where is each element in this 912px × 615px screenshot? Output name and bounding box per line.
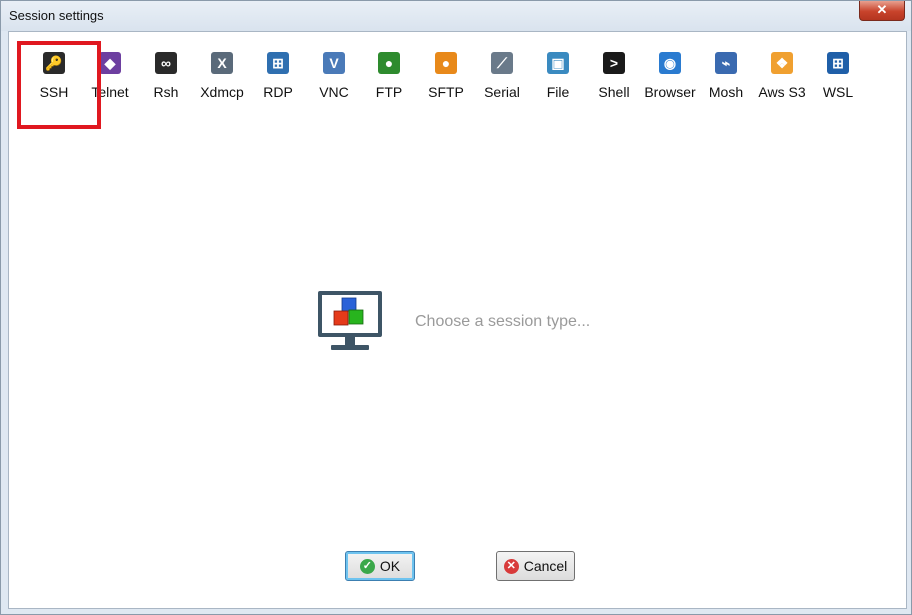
session-settings-window: Session settings ✕ 🔑 SSH ◆ Telnet ∞ Rsh X Xdmcp… <box>0 0 912 615</box>
session-type-label: FTP <box>375 84 403 100</box>
rsh-icon: ∞ <box>155 52 177 74</box>
cancel-x-icon: ✕ <box>503 558 519 574</box>
vnc-icon: V <box>323 52 345 74</box>
session-type-rsh[interactable]: ∞ Rsh <box>139 52 193 112</box>
session-type-label: RDP <box>263 84 293 100</box>
session-type-label: VNC <box>319 84 349 100</box>
session-type-label: Shell <box>598 84 630 100</box>
session-type-wsl[interactable]: ⊞ WSL <box>811 52 865 112</box>
session-type-rdp[interactable]: ⊞ RDP <box>251 52 305 112</box>
dialog-body: 🔑 SSH ◆ Telnet ∞ Rsh X Xdmcp ⊞ RDP V VNC ● FTP ● SFTP ⟋ S… <box>8 31 907 609</box>
shell-icon: > <box>603 52 625 74</box>
ok-label: OK <box>379 558 401 574</box>
mosh-icon: ⌁ <box>715 52 737 74</box>
ftp-icon: ● <box>378 52 400 74</box>
session-type-label: Rsh <box>153 84 179 100</box>
ok-button[interactable]: ✓ OK <box>345 551 415 581</box>
session-type-label: Aws S3 <box>758 84 806 100</box>
session-placeholder: Choose a session type... <box>317 290 637 360</box>
serial-icon: ⟋ <box>491 52 513 74</box>
browser-icon: ◉ <box>659 52 681 74</box>
session-type-vnc[interactable]: V VNC <box>307 52 361 112</box>
session-type-label: Xdmcp <box>200 84 244 100</box>
cancel-button[interactable]: ✕ Cancel <box>496 551 575 581</box>
session-type-file[interactable]: ▣ File <box>531 52 585 112</box>
check-icon: ✓ <box>359 558 375 574</box>
title-bar: Session settings ✕ <box>1 1 911 31</box>
cancel-label: Cancel <box>523 558 568 574</box>
session-type-sftp[interactable]: ● SFTP <box>419 52 473 112</box>
session-type-label: Browser <box>644 84 696 100</box>
monitor-cubes-icon <box>318 291 382 350</box>
session-type-label: Mosh <box>708 84 744 100</box>
session-type-label: Serial <box>484 84 520 100</box>
session-type-xdmcp[interactable]: X Xdmcp <box>195 52 249 112</box>
window-title: Session settings <box>9 8 104 23</box>
session-type-shell[interactable]: > Shell <box>587 52 641 112</box>
rdp-icon: ⊞ <box>267 52 289 74</box>
session-type-browser[interactable]: ◉ Browser <box>643 52 697 112</box>
file-icon: ▣ <box>547 52 569 74</box>
session-type-serial[interactable]: ⟋ Serial <box>475 52 529 112</box>
session-type-label: WSL <box>822 84 854 100</box>
session-type-label: SFTP <box>428 84 464 100</box>
wsl-icon: ⊞ <box>827 52 849 74</box>
sftp-icon: ● <box>435 52 457 74</box>
selection-highlight <box>17 41 101 129</box>
choose-session-text: Choose a session type... <box>415 313 591 330</box>
session-type-ftp[interactable]: ● FTP <box>362 52 416 112</box>
telnet-icon: ◆ <box>99 52 121 74</box>
close-button[interactable]: ✕ <box>859 1 905 21</box>
session-type-toolbar: 🔑 SSH ◆ Telnet ∞ Rsh X Xdmcp ⊞ RDP V VNC ● FTP ● SFTP ⟋ S… <box>9 32 906 164</box>
session-type-aws-s3[interactable]: ❖ Aws S3 <box>755 52 809 112</box>
session-type-label: File <box>546 84 570 100</box>
session-type-mosh[interactable]: ⌁ Mosh <box>699 52 753 112</box>
aws-s3-icon: ❖ <box>771 52 793 74</box>
xdmcp-icon: X <box>211 52 233 74</box>
